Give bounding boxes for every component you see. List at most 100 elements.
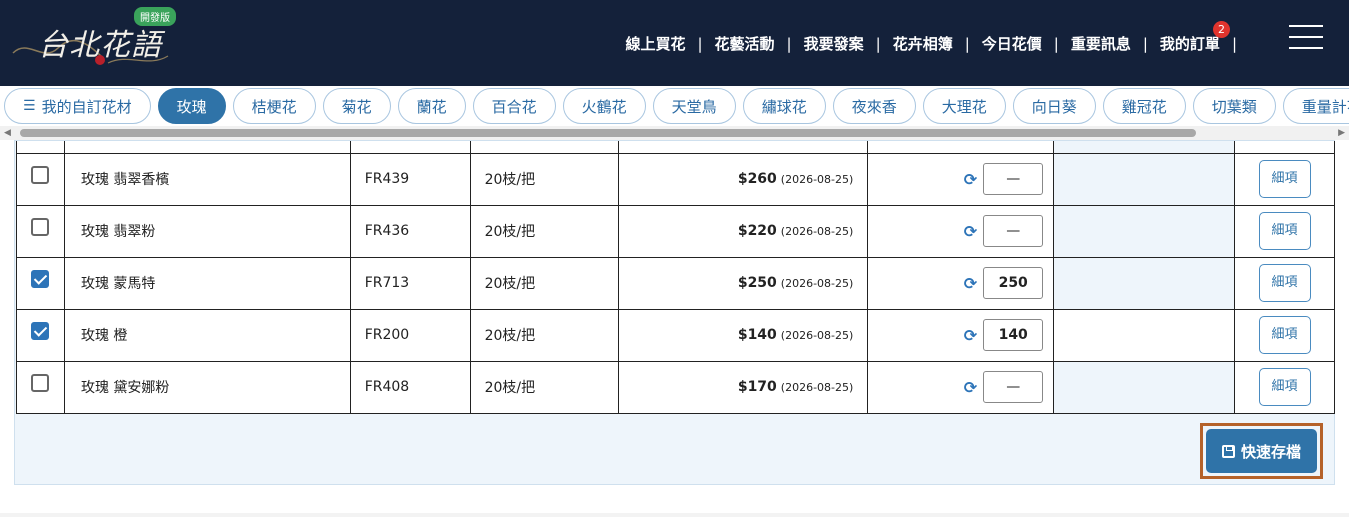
horizontal-scrollbar[interactable]: ◀ ▶ <box>0 126 1349 140</box>
quantity-input[interactable]: 140 <box>983 319 1044 351</box>
detail-button[interactable]: 細項 <box>1258 160 1311 198</box>
product-panel: 玫瑰 翡翠香檳 FR439 20枝/把 $260 (2026-08-25) ⟳ — … <box>14 140 1335 485</box>
quantity-input[interactable]: — <box>983 163 1044 195</box>
detail-button[interactable]: 細項 <box>1258 264 1311 302</box>
footer-divider <box>0 513 1349 517</box>
product-name: 玫瑰 蒙馬特 <box>63 256 351 310</box>
detail-button[interactable]: 細項 <box>1258 316 1311 354</box>
category-label: 我的自訂花材 <box>41 97 132 116</box>
row-checkbox[interactable] <box>31 374 50 392</box>
row-checkbox-checked[interactable] <box>31 322 50 340</box>
category-pill[interactable]: 雞冠花 <box>1102 88 1186 124</box>
category-pill[interactable]: 桔梗花 <box>232 88 316 124</box>
top-header: 台北花語 開發版 線上買花 | 花藝活動 | 我要發案 | 花卉相簿 | 今日花… <box>0 0 1349 86</box>
price-date: (2026-08-25) <box>780 173 854 186</box>
category-pill[interactable]: 繡球花 <box>742 88 826 124</box>
order-count-badge: 2 <box>1212 21 1230 38</box>
product-price: $220 (2026-08-25) <box>618 204 869 258</box>
product-unit: 20枝/把 <box>469 204 620 258</box>
refresh-icon[interactable]: ⟳ <box>964 326 977 345</box>
nav-post-job[interactable]: 我要發案 <box>804 33 864 54</box>
nav-buy-flowers[interactable]: 線上買花 <box>625 33 685 54</box>
category-pill[interactable]: 菊花 <box>322 88 391 124</box>
product-code: FR408 <box>349 360 471 414</box>
product-code: FR200 <box>349 308 471 362</box>
detail-button[interactable]: 細項 <box>1258 212 1311 250</box>
table-row: 玫瑰 蒙馬特 FR713 20枝/把 $250 (2026-08-25) ⟳ 250… <box>16 256 1335 310</box>
nav-my-orders-label: 我的訂單 <box>1159 35 1220 53</box>
save-disk-icon <box>1221 444 1235 458</box>
nav-separator: | <box>697 34 703 53</box>
scroll-right-icon[interactable]: ▶ <box>1338 128 1345 138</box>
product-price: $250 (2026-08-25) <box>618 256 869 310</box>
category-pill[interactable]: 蘭花 <box>397 88 466 124</box>
nav-separator: | <box>964 34 970 53</box>
price-date: (2026-08-25) <box>780 329 854 342</box>
price-value: $260 <box>737 171 777 187</box>
price-value: $250 <box>737 275 777 291</box>
row-blank-cell <box>1053 360 1235 414</box>
nav-separator: | <box>1053 34 1059 53</box>
quick-save-label: 快速存檔 <box>1240 442 1301 461</box>
product-name: 玫瑰 黛安娜粉 <box>63 360 351 414</box>
category-pill[interactable]: 重量計花 <box>1282 88 1349 124</box>
nav-floral-events[interactable]: 花藝活動 <box>715 33 775 54</box>
nav-my-orders[interactable]: 我的訂單 2 <box>1159 21 1230 54</box>
quick-save-button[interactable]: 快速存檔 <box>1206 429 1317 473</box>
table-row: 玫瑰 橙 FR200 20枝/把 $140 (2026-08-25) ⟳ 140 細… <box>16 308 1335 362</box>
category-pill-custom[interactable]: ☰ 我的自訂花材 <box>4 88 151 124</box>
price-date: (2026-08-25) <box>780 277 854 290</box>
category-pill[interactable]: 火鶴花 <box>562 88 646 124</box>
table-row: 玫瑰 翡翠香檳 FR439 20枝/把 $260 (2026-08-25) ⟳ — … <box>16 152 1335 206</box>
product-price: $140 (2026-08-25) <box>618 308 869 362</box>
scroll-left-icon[interactable]: ◀ <box>4 128 11 138</box>
detail-button[interactable]: 細項 <box>1258 368 1311 406</box>
product-unit: 20枝/把 <box>469 308 620 362</box>
category-pill[interactable]: 百合花 <box>472 88 556 124</box>
nav-separator: | <box>786 34 792 53</box>
product-price: $170 (2026-08-25) <box>618 360 869 414</box>
row-blank-cell <box>1053 308 1235 362</box>
row-blank-cell <box>1053 204 1235 258</box>
main-nav: 線上買花 | 花藝活動 | 我要發案 | 花卉相簿 | 今日花價 | 重要訊息 … <box>625 21 1249 54</box>
quantity-input[interactable]: — <box>983 215 1044 247</box>
nav-separator: | <box>1142 34 1148 53</box>
nav-important-news[interactable]: 重要訊息 <box>1071 33 1131 54</box>
product-name: 玫瑰 翡翠香檳 <box>63 152 351 206</box>
nav-flower-album[interactable]: 花卉相簿 <box>893 33 953 54</box>
product-unit: 20枝/把 <box>469 360 620 414</box>
product-name: 玫瑰 翡翠粉 <box>63 204 351 258</box>
price-value: $170 <box>737 379 777 395</box>
quantity-input[interactable]: 250 <box>983 267 1044 299</box>
row-blank-cell <box>1053 152 1235 206</box>
refresh-icon[interactable]: ⟳ <box>964 378 977 397</box>
nav-separator: | <box>1231 34 1237 53</box>
category-pills: ☰ 我的自訂花材 玫瑰 桔梗花 菊花 蘭花 百合花 火鶴花 天堂鳥 繡球花 夜來… <box>4 88 1349 124</box>
product-price: $260 (2026-08-25) <box>618 152 869 206</box>
logo-text: 台北花語 <box>38 28 162 63</box>
nav-today-price[interactable]: 今日花價 <box>982 33 1042 54</box>
product-table: 玫瑰 翡翠香檳 FR439 20枝/把 $260 (2026-08-25) ⟳ — … <box>16 141 1335 414</box>
category-pill-rose[interactable]: 玫瑰 <box>157 88 226 124</box>
row-checkbox[interactable] <box>31 166 50 184</box>
category-pill[interactable]: 大理花 <box>922 88 1006 124</box>
price-value: $220 <box>737 223 777 239</box>
refresh-icon[interactable]: ⟳ <box>964 170 977 189</box>
table-row: 玫瑰 翡翠粉 FR436 20枝/把 $220 (2026-08-25) ⟳ — 細… <box>16 204 1335 258</box>
scroll-thumb[interactable] <box>20 129 1196 137</box>
refresh-icon[interactable]: ⟳ <box>964 274 977 293</box>
product-code: FR713 <box>349 256 471 310</box>
price-value: $140 <box>737 327 777 343</box>
category-pill[interactable]: 切葉類 <box>1192 88 1276 124</box>
row-checkbox-checked[interactable] <box>31 270 50 288</box>
product-name: 玫瑰 橙 <box>63 308 351 362</box>
row-checkbox[interactable] <box>31 218 50 236</box>
refresh-icon[interactable]: ⟳ <box>964 222 977 241</box>
category-pill[interactable]: 天堂鳥 <box>652 88 736 124</box>
quantity-input[interactable]: — <box>983 371 1044 403</box>
table-row-partial <box>16 141 1335 154</box>
category-pill[interactable]: 夜來香 <box>832 88 916 124</box>
category-pill[interactable]: 向日葵 <box>1012 88 1096 124</box>
list-icon: ☰ <box>23 98 36 114</box>
hamburger-menu-icon[interactable] <box>1289 25 1323 51</box>
